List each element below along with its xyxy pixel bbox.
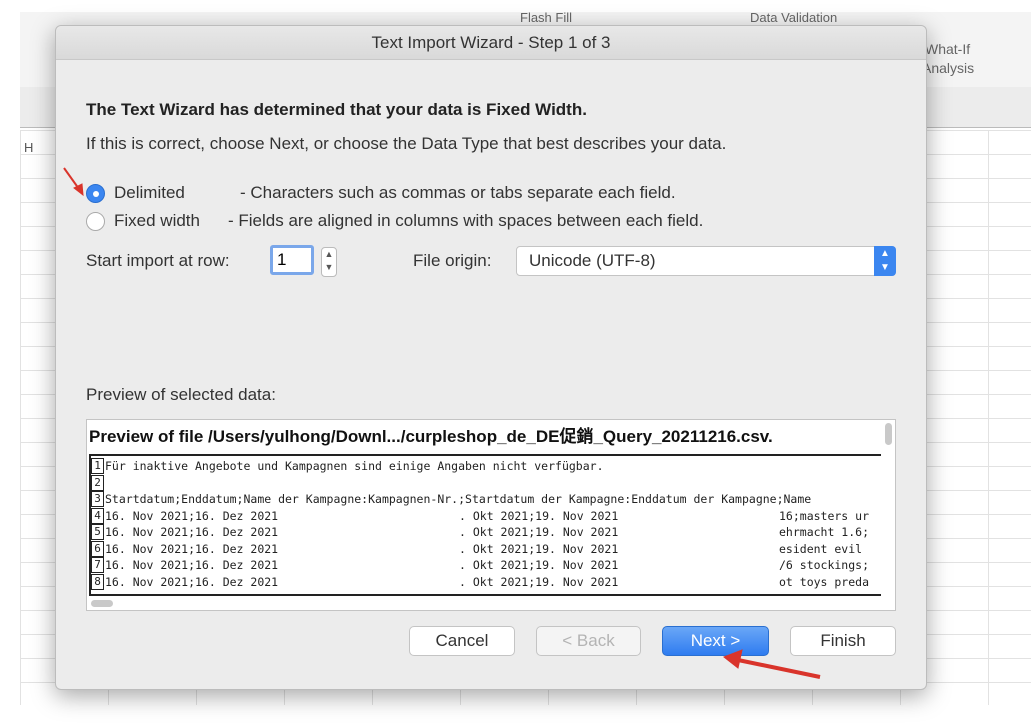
annotation-arrows	[63, 167, 821, 679]
red-arrow-icon	[63, 167, 84, 197]
red-arrow-icon	[723, 649, 821, 679]
